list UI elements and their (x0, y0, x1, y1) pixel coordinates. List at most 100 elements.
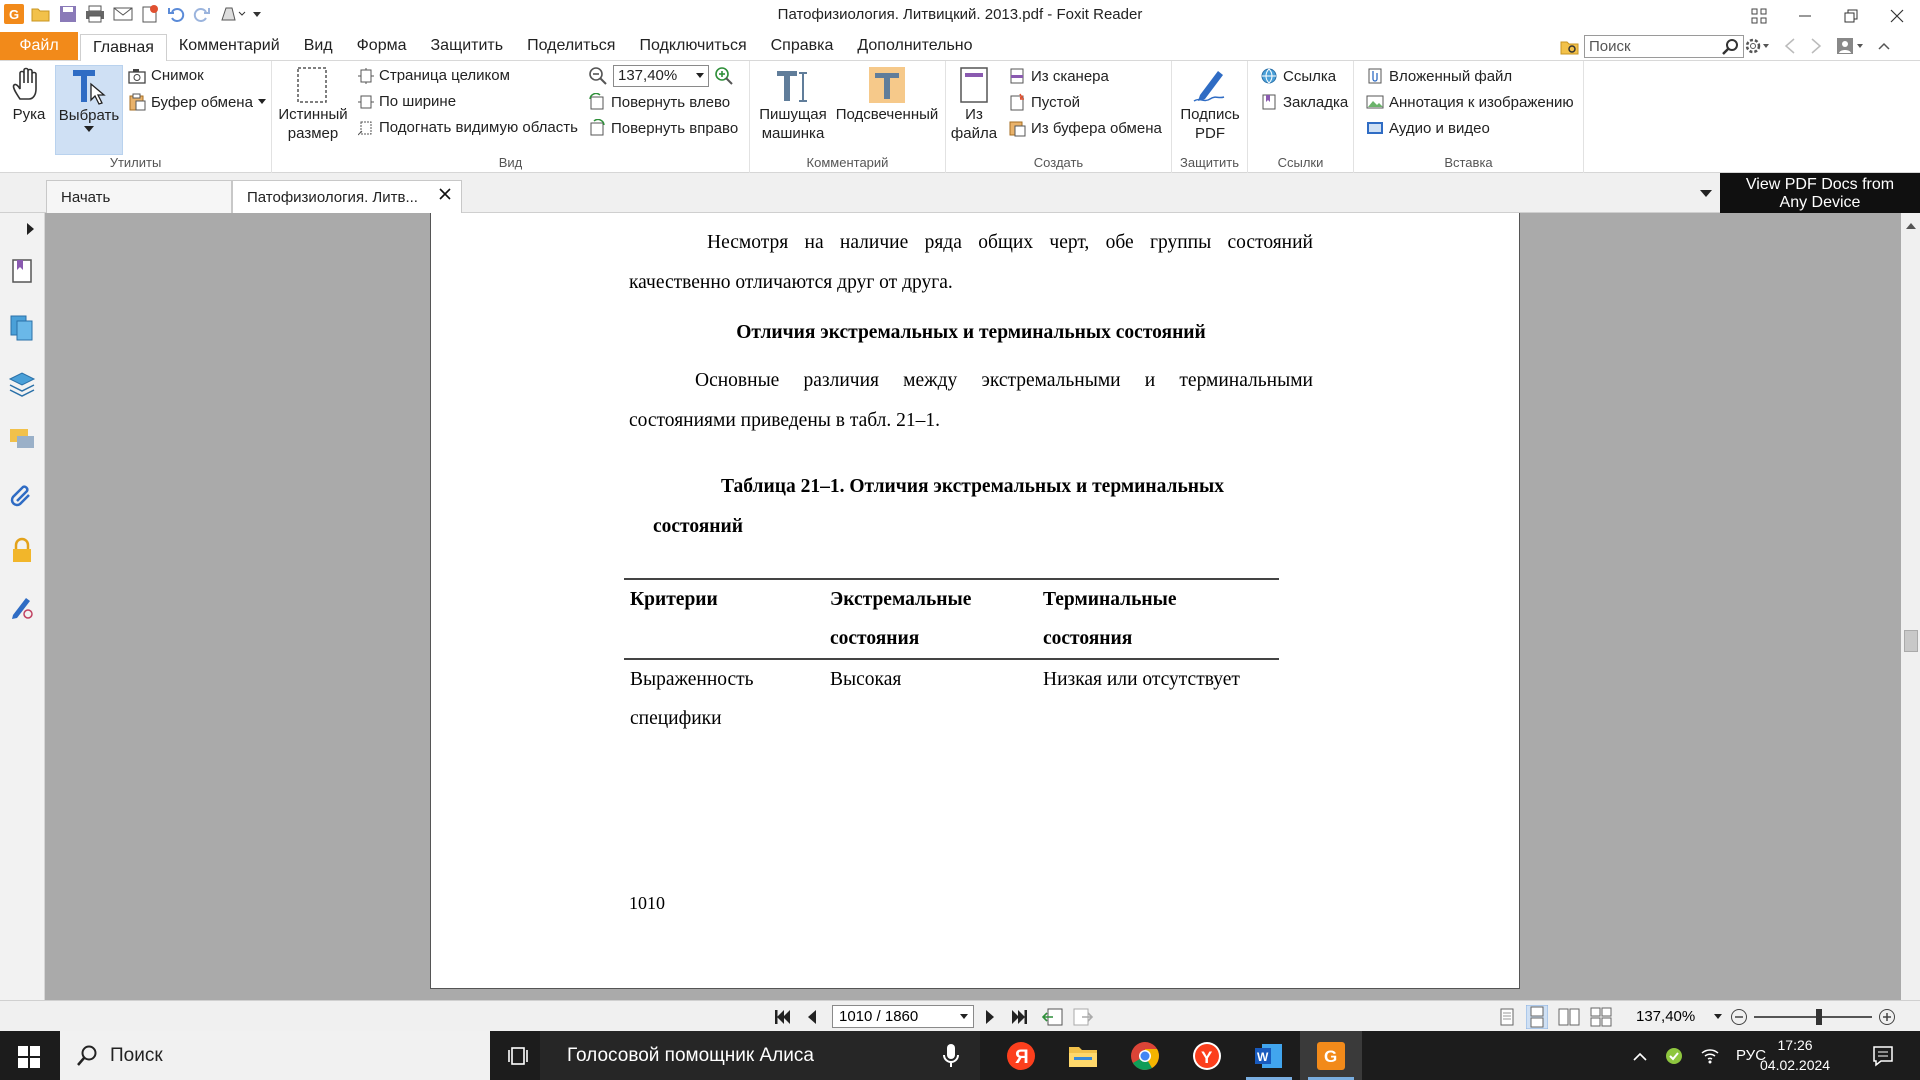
tab-protect[interactable]: Защитить (419, 31, 516, 61)
next-view-icon[interactable] (1072, 1007, 1094, 1027)
previous-view-icon[interactable] (1042, 1007, 1064, 1027)
actual-size-button[interactable]: Истинный размер (278, 65, 348, 143)
bookmark-button[interactable]: Закладка (1260, 93, 1348, 111)
tab-connect[interactable]: Подключиться (627, 31, 758, 61)
pages-panel-icon[interactable] (8, 313, 36, 341)
minimize-button[interactable] (1782, 0, 1828, 31)
layers-panel-icon[interactable] (8, 369, 36, 397)
scroll-up-icon[interactable] (1906, 223, 1916, 229)
windows-start-icon[interactable] (18, 1046, 40, 1068)
from-scanner-button[interactable]: Из сканера (1008, 67, 1109, 85)
attachments-panel-icon[interactable] (8, 481, 36, 509)
user-account-icon[interactable] (1836, 37, 1864, 55)
zoom-in-circle-icon[interactable] (1878, 1008, 1896, 1026)
vertical-scrollbar[interactable] (1901, 213, 1920, 1031)
search-icon[interactable] (1722, 38, 1740, 56)
tab-help[interactable]: Справка (759, 31, 846, 61)
zoom-dropdown-icon[interactable] (696, 73, 704, 78)
typewriter-button[interactable]: Пишущая машинка (756, 65, 830, 143)
ad-banner[interactable]: View PDF Docs from Any Device (1720, 173, 1920, 213)
forward-arrow-icon[interactable] (1810, 37, 1822, 55)
comments-panel-icon[interactable] (8, 425, 36, 453)
fit-visible-button[interactable]: Подогнать видимую область (358, 119, 578, 136)
rotate-right-button[interactable]: Повернуть вправо (588, 119, 738, 137)
tab-home[interactable]: Главная (80, 34, 167, 61)
ribbon-display-icon[interactable] (1736, 0, 1782, 31)
snapshot-button[interactable]: Снимок (128, 67, 204, 84)
alice-voice-assistant[interactable]: Голосовой помощник Алиса (540, 1031, 980, 1080)
sign-pdf-button[interactable]: Подпись PDF (1176, 65, 1244, 143)
page-number-input[interactable]: 1010 / 1860 (832, 1005, 974, 1028)
tab-form[interactable]: Форма (345, 31, 419, 61)
blank-button[interactable]: Пустой (1008, 93, 1080, 111)
scrollbar-thumb[interactable] (1904, 630, 1918, 652)
yandex-app-icon[interactable]: Я (990, 1031, 1052, 1080)
task-view-icon[interactable] (508, 1045, 530, 1067)
tab-comment[interactable]: Комментарий (167, 31, 292, 61)
settings-gear-icon[interactable] (1744, 37, 1770, 55)
previous-page-icon[interactable] (806, 1009, 818, 1025)
foxit-reader-taskbar-icon[interactable]: G (1300, 1031, 1362, 1080)
expand-panel-icon[interactable] (27, 223, 34, 235)
notification-center-icon[interactable] (1872, 1045, 1894, 1067)
tab-view[interactable]: Вид (292, 31, 345, 61)
tray-overflow-chevron-icon[interactable] (1632, 1050, 1648, 1062)
image-annotation-button[interactable]: Аннотация к изображению (1366, 93, 1574, 111)
zoom-out-icon[interactable] (588, 66, 608, 86)
zoom-slider-track[interactable] (1754, 1016, 1872, 1018)
taskbar-clock[interactable]: 17:26 04.02.2024 (1760, 1035, 1830, 1075)
zoom-slider-thumb[interactable] (1816, 1009, 1822, 1025)
from-file-button[interactable]: Из файла (951, 65, 997, 143)
restore-button[interactable] (1828, 0, 1874, 31)
microphone-icon[interactable] (942, 1043, 960, 1069)
select-tool-button[interactable]: Выбрать (55, 65, 123, 155)
last-page-icon[interactable] (1010, 1009, 1028, 1025)
single-page-view-icon[interactable] (1498, 1007, 1516, 1027)
zoom-in-icon[interactable] (714, 66, 734, 86)
word-icon[interactable]: W (1238, 1031, 1300, 1080)
link-button[interactable]: Ссылка (1260, 67, 1336, 85)
zoom-out-circle-icon[interactable] (1730, 1008, 1748, 1026)
from-clipboard-button[interactable]: Из буфера обмена (1008, 119, 1162, 137)
first-page-icon[interactable] (774, 1009, 792, 1025)
statusbar-zoom-value[interactable]: 137,40% (1636, 1008, 1695, 1025)
tab-document[interactable]: Патофизиология. Литв... (232, 180, 462, 213)
clipboard-dropdown-icon[interactable] (257, 99, 266, 105)
search-input[interactable]: Поиск (1584, 35, 1744, 58)
fit-width-button[interactable]: По ширине (358, 93, 456, 110)
tab-list-dropdown-icon[interactable] (1700, 190, 1712, 197)
tray-app-icon[interactable] (1664, 1046, 1684, 1066)
chrome-icon[interactable] (1114, 1031, 1176, 1080)
close-button[interactable] (1874, 0, 1920, 31)
hand-tool-button[interactable]: Рука (6, 65, 52, 145)
fit-page-button[interactable]: Страница целиком (358, 67, 510, 84)
file-menu-button[interactable]: Файл (0, 32, 78, 60)
yandex-browser-icon[interactable]: Y (1176, 1031, 1238, 1080)
rotate-left-button[interactable]: Повернуть влево (588, 93, 730, 111)
document-viewport[interactable]: Несмотря на наличие ряда общих черт, обе… (45, 213, 1901, 1031)
zoom-select[interactable]: 137,40% (613, 65, 709, 87)
tab-extra[interactable]: Дополнительно (845, 31, 984, 61)
collapse-ribbon-icon[interactable] (1878, 37, 1890, 55)
tab-start-page[interactable]: Начать (46, 180, 232, 213)
audio-video-button[interactable]: Аудио и видео (1366, 119, 1490, 137)
tab-close-icon[interactable] (439, 188, 451, 200)
clipboard-button[interactable]: Буфер обмена (128, 93, 266, 111)
next-page-icon[interactable] (984, 1009, 996, 1025)
security-lock-icon[interactable] (8, 537, 36, 565)
highlight-button[interactable]: Подсвеченный (832, 65, 942, 124)
select-dropdown-icon[interactable] (84, 125, 94, 133)
tab-share[interactable]: Поделиться (515, 31, 627, 61)
continuous-facing-view-icon[interactable] (1590, 1007, 1612, 1027)
continuous-view-icon[interactable] (1526, 1005, 1548, 1029)
wifi-icon[interactable] (1700, 1047, 1720, 1065)
file-explorer-icon[interactable] (1052, 1031, 1114, 1080)
zoom-menu-dropdown-icon[interactable] (1714, 1014, 1722, 1020)
attachment-button[interactable]: Вложенный файл (1366, 67, 1512, 85)
taskbar-search-box[interactable]: Поиск (60, 1031, 490, 1080)
find-folder-icon[interactable] (1560, 38, 1580, 56)
back-arrow-icon[interactable] (1784, 37, 1796, 55)
facing-view-icon[interactable] (1558, 1007, 1580, 1027)
signature-panel-icon[interactable] (8, 593, 36, 621)
bookmarks-panel-icon[interactable] (8, 257, 36, 285)
